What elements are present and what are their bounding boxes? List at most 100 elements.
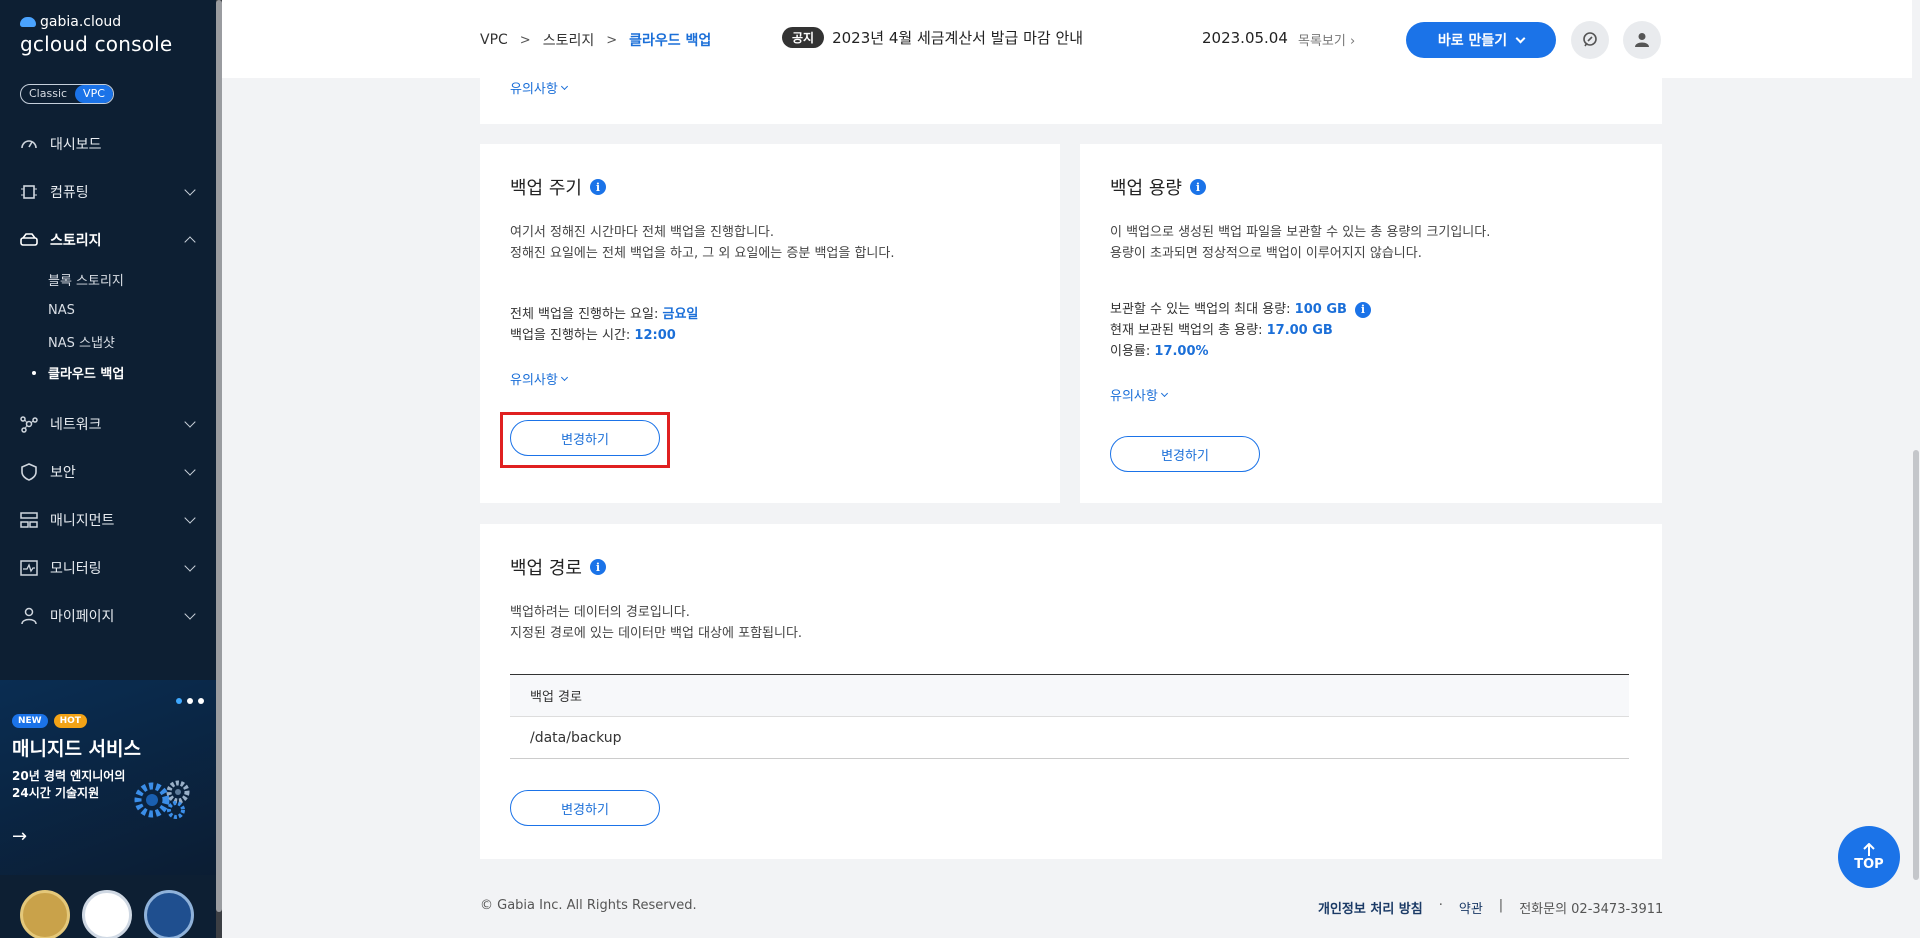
chat-bubble-icon — [1583, 32, 1597, 47]
chip-icon — [20, 183, 38, 201]
backup-capacity-more-link[interactable]: 유의사항 — [1110, 385, 1168, 404]
full-backup-day: 전체 백업을 진행하는 요일: 금요일 — [510, 304, 698, 325]
sidebar-item-label: 보안 — [50, 465, 76, 481]
sidebar-subitem-nas-snapshot[interactable]: NAS 스냅샷 — [0, 326, 216, 357]
promo-banner[interactable]: NEW HOT 매니지드 서비스 20년 경력 엔지니어의 24시간 기술지원 … — [0, 680, 216, 875]
chevron-up-icon — [184, 236, 196, 248]
backup-cycle-values: 전체 백업을 진행하는 요일: 금요일 백업을 진행하는 시간: 12:00 — [510, 304, 698, 346]
backup-capacity-change-button[interactable]: 변경하기 — [1110, 436, 1260, 472]
sidebar-subitem-nas[interactable]: NAS — [0, 295, 216, 326]
sidebar-item-mypage[interactable]: 마이페이지 — [0, 592, 216, 640]
top-header: VPC > 스토리지 > 클라우드 백업 공지 2023년 4월 세금계산서 발… — [222, 0, 1920, 78]
copyright: © Gabia Inc. All Rights Reserved. — [480, 898, 697, 913]
path-cell: /data/backup — [510, 716, 1629, 759]
info-icon[interactable]: i — [589, 179, 606, 195]
mode-toggle[interactable]: Classic VPC — [20, 84, 114, 104]
desc-line-2: 정해진 요일에는 전체 백업을 하고, 그 외 요일에는 증분 백업을 합니다. — [510, 246, 895, 261]
chevron-down-icon — [184, 416, 196, 428]
backup-capacity-card: 백업 용량 i 이 백업으로 생성된 백업 파일을 보관할 수 있는 총 용량의 … — [1080, 144, 1662, 503]
backup-path-title: 백업 경로 i — [510, 554, 606, 580]
sidebar-scrollbar[interactable] — [216, 0, 222, 938]
network-icon — [20, 415, 38, 433]
sidebar-subitem-block-storage[interactable]: 블록 스토리지 — [0, 264, 216, 295]
time-value: 12:00 — [634, 328, 676, 343]
promo-line-2: 24시간 기술지원 — [12, 786, 100, 800]
usage-rate: 이용률: 17.00% — [1110, 341, 1371, 362]
backup-capacity-values: 보관할 수 있는 백업의 최대 용량: 100 GB i 현재 보관된 백업의 총… — [1110, 299, 1371, 362]
vpc-toggle[interactable]: VPC — [75, 85, 113, 103]
day-label: 전체 백업을 진행하는 요일: — [510, 307, 663, 322]
backup-path-description: 백업하려는 데이터의 경로입니다. 지정된 경로에 있는 데이터만 백업 대상에… — [510, 602, 802, 644]
info-icon[interactable]: i — [589, 559, 606, 575]
sidebar-item-storage[interactable]: 스토리지 — [0, 216, 216, 264]
breadcrumb: VPC > 스토리지 > 클라우드 백업 — [480, 30, 711, 50]
desc-line-1: 이 백업으로 생성된 백업 파일을 보관할 수 있는 총 용량의 크기입니다. — [1110, 225, 1491, 240]
breadcrumb-cloud-backup[interactable]: 클라우드 백업 — [629, 30, 711, 50]
sidebar-item-label: 네트워크 — [50, 417, 102, 433]
arrow-right-icon[interactable]: → — [12, 826, 27, 847]
carousel-dots[interactable] — [176, 698, 204, 704]
sidebar-item-monitoring[interactable]: 모니터링 — [0, 544, 216, 592]
cloud-service-cert-icon — [82, 890, 132, 938]
backup-cycle-description: 여기서 정해진 시간마다 전체 백업을 진행합니다. 정해진 요일에는 전체 백… — [510, 222, 894, 264]
desc-line-2: 지정된 경로에 있는 데이터만 백업 대상에 포함됩니다. — [510, 626, 803, 641]
notice-title[interactable]: 2023년 4월 세금계산서 발급 마감 안내 — [832, 27, 1083, 48]
info-icon[interactable]: i — [1354, 301, 1371, 318]
backup-cycle-more-link[interactable]: 유의사항 — [510, 369, 568, 388]
chevron-down-icon — [184, 560, 196, 572]
cloud-logo-icon — [20, 17, 36, 27]
max-label: 보관할 수 있는 백업의 최대 용량: — [1110, 302, 1295, 317]
sidebar-item-label: 모니터링 — [50, 561, 102, 577]
sidebar-item-computing[interactable]: 컴퓨팅 — [0, 168, 216, 216]
profile-button[interactable] — [1623, 21, 1661, 59]
usage-label: 이용률: — [1110, 344, 1155, 359]
column-header: 백업 경로 — [510, 674, 1629, 717]
title-text: 백업 주기 — [510, 178, 582, 199]
backup-path-change-button[interactable]: 변경하기 — [510, 790, 660, 826]
backup-path-card: 백업 경로 i 백업하려는 데이터의 경로입니다. 지정된 경로에 있는 데이터만… — [480, 524, 1662, 859]
certification-seal-icon — [20, 890, 70, 938]
info-icon[interactable]: i — [1189, 179, 1206, 195]
sidebar-item-label: 대시보드 — [50, 137, 102, 153]
create-button[interactable]: 바로 만들기 — [1406, 22, 1556, 58]
sidebar-item-security[interactable]: 보안 — [0, 448, 216, 496]
highlight-box — [500, 412, 670, 468]
total-value: 17.00 GB — [1266, 323, 1333, 338]
chevron-down-icon — [184, 464, 196, 476]
classic-toggle[interactable]: Classic — [21, 85, 75, 103]
privacy-policy-link[interactable]: 개인정보 처리 방침 — [1318, 898, 1423, 917]
breadcrumb-storage[interactable]: 스토리지 — [543, 30, 595, 50]
breadcrumb-vpc[interactable]: VPC — [480, 32, 508, 48]
notice-more-link[interactable]: 유의사항 — [510, 78, 568, 97]
sidebar-item-management[interactable]: 매니지먼트 — [0, 496, 216, 544]
top-label: TOP — [1854, 856, 1884, 872]
backup-time: 백업을 진행하는 시간: 12:00 — [510, 325, 698, 346]
desc-line-2: 용량이 초과되면 정상적으로 백업이 이루어지지 않습니다. — [1110, 246, 1422, 261]
chevron-down-icon — [560, 82, 568, 90]
backup-capacity-title: 백업 용량 i — [1110, 174, 1206, 200]
max-capacity: 보관할 수 있는 백업의 최대 용량: 100 GB i — [1110, 299, 1371, 320]
brand-logo[interactable]: gabia.cloud gcloud console — [20, 14, 172, 56]
total-label: 현재 보관된 백업의 총 용량: — [1110, 323, 1267, 338]
sidebar-subitem-cloud-backup[interactable]: 클라우드 백업 — [0, 357, 216, 388]
backup-cycle-title: 백업 주기 i — [510, 174, 606, 200]
notice[interactable]: 공지 2023년 4월 세금계산서 발급 마감 안내 — [782, 27, 1083, 48]
brand-title: gcloud console — [20, 32, 173, 56]
feedback-button[interactable] — [1571, 21, 1609, 59]
sidebar-item-label: 매니지먼트 — [50, 513, 115, 529]
chevron-right-icon: › — [1349, 34, 1356, 49]
sidebar-item-label: 마이페이지 — [50, 609, 115, 625]
sidebar-item-network[interactable]: 네트워크 — [0, 400, 216, 448]
main-scrollbar[interactable] — [1912, 0, 1920, 938]
terms-link[interactable]: 약관 — [1459, 898, 1483, 917]
notice-list-link[interactable]: 목록보기 › — [1298, 30, 1355, 49]
scroll-top-button[interactable]: TOP — [1838, 826, 1900, 888]
arrow-up-icon — [1863, 842, 1875, 856]
title-text: 백업 경로 — [510, 558, 582, 579]
more-label: 유의사항 — [1110, 389, 1158, 404]
title-text: 백업 용량 — [1110, 178, 1182, 199]
new-badge: NEW — [12, 714, 48, 728]
usage-value: 17.00% — [1154, 344, 1209, 359]
sidebar-item-dashboard[interactable]: 대시보드 — [0, 120, 216, 168]
